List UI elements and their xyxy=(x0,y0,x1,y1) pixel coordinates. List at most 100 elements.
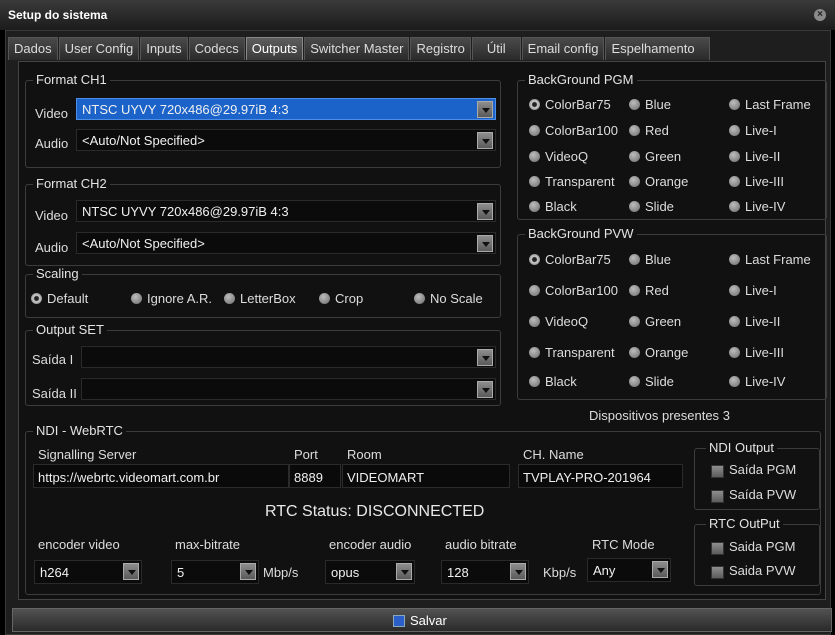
pgm-colorbar100-radio[interactable]: ColorBar100 xyxy=(529,123,618,138)
pvw-black-radio[interactable]: Black xyxy=(529,374,577,389)
pvw-live-iii-radio[interactable]: Live-III xyxy=(729,345,784,360)
scaling-no-scale-radio[interactable]: No Scale xyxy=(414,291,483,306)
bg-pvw-title: BackGround PVW xyxy=(525,226,637,241)
chevron-down-icon[interactable] xyxy=(477,132,493,149)
chevron-down-icon[interactable] xyxy=(477,381,493,398)
pvw-slide-radio[interactable]: Slide xyxy=(629,374,674,389)
tab-registro[interactable]: Registro xyxy=(410,37,471,60)
tab-codecs[interactable]: Codecs xyxy=(188,37,245,60)
save-button-label: Salvar xyxy=(410,613,447,628)
encoder-audio-select[interactable]: opus xyxy=(325,560,415,584)
encoder-video-value: h264 xyxy=(40,565,69,580)
chevron-down-icon[interactable] xyxy=(477,101,493,118)
mbps-unit: Mbp/s xyxy=(263,565,299,580)
pgm-blue-radio[interactable]: Blue xyxy=(629,97,671,112)
save-button[interactable]: Salvar xyxy=(12,608,832,632)
format-ch1-title: Format CH1 xyxy=(33,72,110,87)
encoder-audio-label: encoder audio xyxy=(329,537,412,552)
pvw-live-iv-radio[interactable]: Live-IV xyxy=(729,374,785,389)
pgm-last-frame-radio[interactable]: Last Frame xyxy=(729,97,811,112)
audio-bitrate-select[interactable]: 128 xyxy=(441,560,529,584)
pgm-red-radio[interactable]: Red xyxy=(629,123,669,138)
pgm-transparent-radio[interactable]: Transparent xyxy=(529,174,615,189)
ndi-output-pgm-checkbox[interactable]: Saída PGM xyxy=(711,462,796,478)
window-title: Setup do sistema xyxy=(8,8,108,22)
devices-label: Dispositivos presentes 3 xyxy=(589,408,730,423)
tab-inputs[interactable]: Inputs xyxy=(140,37,188,60)
rtc-output-pvw-checkbox[interactable]: Saida PVW xyxy=(711,563,795,579)
chname-input[interactable]: TVPLAY-PRO-201964 xyxy=(518,464,683,488)
room-input[interactable]: VIDEOMART xyxy=(342,464,510,488)
chname-label: CH. Name xyxy=(523,447,584,462)
tab-user-config[interactable]: User Config xyxy=(58,37,140,60)
pgm-black-radio[interactable]: Black xyxy=(529,199,577,214)
encoder-video-select[interactable]: h264 xyxy=(34,560,142,584)
tab-email-config[interactable]: Email config xyxy=(521,37,605,60)
pgm-green-radio[interactable]: Green xyxy=(629,149,681,164)
output-set-title: Output SET xyxy=(33,322,107,337)
max-bitrate-select[interactable]: 5 xyxy=(171,560,259,584)
save-button-content: Salvar xyxy=(393,613,447,628)
chevron-down-icon[interactable] xyxy=(510,563,526,580)
ch1-audio-label: Audio xyxy=(35,136,69,151)
ndi-output-pvw-checkbox[interactable]: Saída PVW xyxy=(711,487,796,503)
pgm-orange-radio[interactable]: Orange xyxy=(629,174,688,189)
chevron-down-icon[interactable] xyxy=(240,563,256,580)
scaling-ignore-ar-radio[interactable]: Ignore A.R. xyxy=(131,291,212,306)
pvw-orange-radio[interactable]: Orange xyxy=(629,345,688,360)
scaling-default-radio[interactable]: Default xyxy=(31,291,88,306)
chevron-down-icon[interactable] xyxy=(477,235,493,252)
pgm-live-iii-radio[interactable]: Live-III xyxy=(729,174,784,189)
pvw-live-ii-radio[interactable]: Live-II xyxy=(729,314,780,329)
encoder-audio-value: opus xyxy=(331,565,360,580)
audio-bitrate-label: audio bitrate xyxy=(445,537,517,552)
tab-outputs[interactable]: Outputs xyxy=(245,37,304,60)
chevron-down-icon[interactable] xyxy=(396,563,412,580)
port-input[interactable]: 8889 xyxy=(289,464,341,488)
pvw-green-radio[interactable]: Green xyxy=(629,314,681,329)
rtc-output-title: RTC OutPut xyxy=(706,516,783,531)
pvw-transparent-radio[interactable]: Transparent xyxy=(529,345,615,360)
pgm-live-ii-radio[interactable]: Live-II xyxy=(729,149,780,164)
audio-bitrate-value: 128 xyxy=(447,565,469,580)
close-icon[interactable]: × xyxy=(814,9,826,21)
pvw-live-i-radio[interactable]: Live-I xyxy=(729,283,777,298)
rtc-mode-select[interactable]: Any xyxy=(587,558,671,582)
pgm-live-iv-radio[interactable]: Live-IV xyxy=(729,199,785,214)
tab-util[interactable]: Útil xyxy=(471,37,521,60)
chevron-down-icon[interactable] xyxy=(652,561,668,578)
rtc-output-pgm-checkbox[interactable]: Saida PGM xyxy=(711,539,795,555)
tab-switcher-master[interactable]: Switcher Master xyxy=(304,37,410,60)
ch1-video-value: NTSC UYVY 720x486@29.97iB 4:3 xyxy=(82,102,289,117)
pvw-videoq-radio[interactable]: VideoQ xyxy=(529,314,588,329)
ch2-audio-select[interactable]: <Auto/Not Specified> xyxy=(76,232,496,254)
chevron-down-icon[interactable] xyxy=(477,349,493,366)
saida1-select[interactable] xyxy=(81,346,496,368)
pvw-last-frame-radio[interactable]: Last Frame xyxy=(729,252,811,267)
rtc-mode-value: Any xyxy=(593,563,616,578)
signalling-input[interactable]: https://webrtc.videomart.com.br xyxy=(33,464,289,488)
pvw-red-radio[interactable]: Red xyxy=(629,283,669,298)
pgm-slide-radio[interactable]: Slide xyxy=(629,199,674,214)
pgm-colorbar75-radio[interactable]: ColorBar75 xyxy=(529,97,611,112)
pvw-blue-radio[interactable]: Blue xyxy=(629,252,671,267)
ch1-audio-select[interactable]: <Auto/Not Specified> xyxy=(76,129,496,151)
tab-dados[interactable]: Dados xyxy=(8,37,58,60)
pvw-colorbar100-radio[interactable]: ColorBar100 xyxy=(529,283,618,298)
scaling-crop-radio[interactable]: Crop xyxy=(319,291,363,306)
rtc-mode-label: RTC Mode xyxy=(592,537,655,552)
pgm-videoq-radio[interactable]: VideoQ xyxy=(529,149,588,164)
saida2-select[interactable] xyxy=(81,378,496,400)
chevron-down-icon[interactable] xyxy=(123,563,139,580)
ch2-video-select[interactable]: NTSC UYVY 720x486@29.97iB 4:3 xyxy=(76,200,496,222)
pgm-live-i-radio[interactable]: Live-I xyxy=(729,123,777,138)
max-bitrate-value: 5 xyxy=(177,565,185,580)
chevron-down-icon[interactable] xyxy=(477,203,493,220)
tab-bar: Dados User Config Inputs Codecs Outputs … xyxy=(8,37,711,61)
scaling-letterbox-radio[interactable]: LetterBox xyxy=(224,291,296,306)
ch1-video-select[interactable]: NTSC UYVY 720x486@29.97iB 4:3 xyxy=(76,98,496,120)
room-label: Room xyxy=(347,447,382,462)
pvw-colorbar75-radio[interactable]: ColorBar75 xyxy=(529,252,611,267)
tab-espelhamento[interactable]: Espelhamento xyxy=(605,37,710,60)
save-disk-icon xyxy=(393,615,405,627)
